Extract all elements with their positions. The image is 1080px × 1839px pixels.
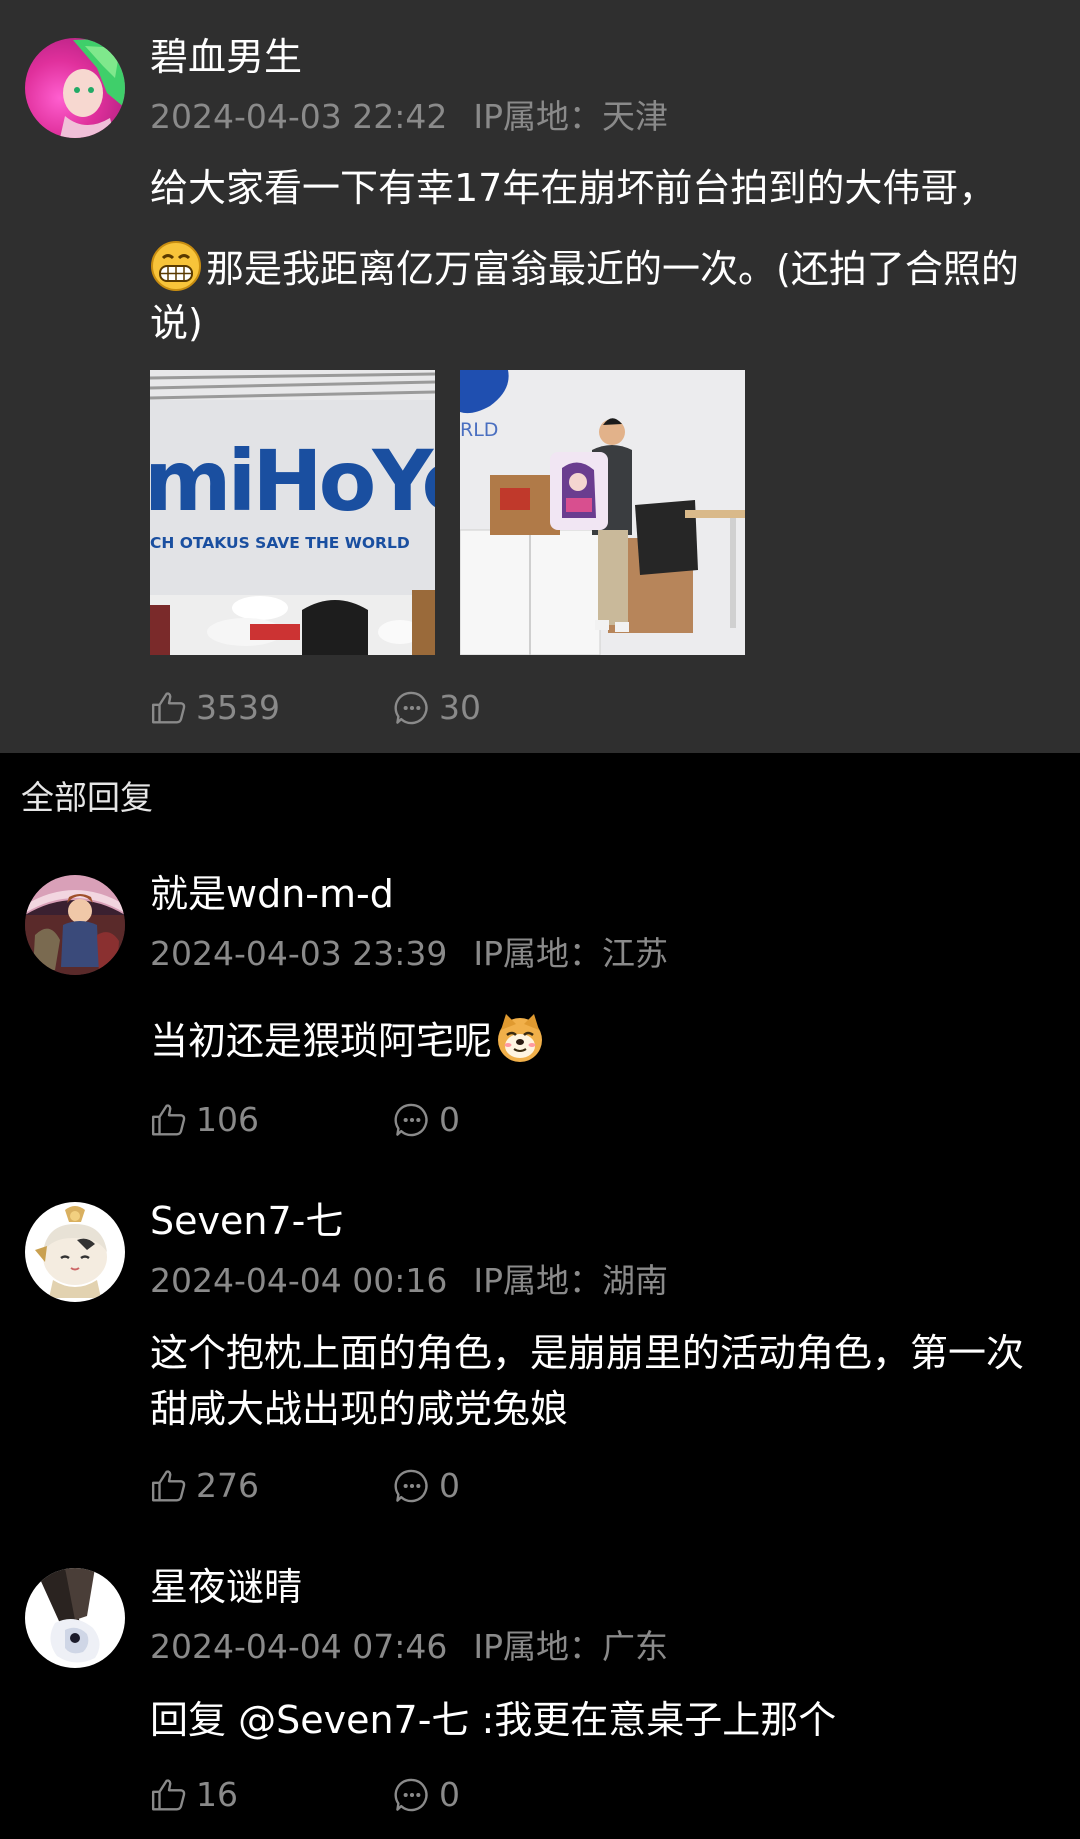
comment-button[interactable]: 0 (393, 1775, 460, 1815)
comment-count: 30 (439, 688, 481, 727)
username[interactable]: 碧血男生 (150, 34, 302, 80)
post-text-line: 给大家看一下有幸17年在崩坏前台拍到的大伟哥， (150, 166, 997, 210)
logo-text: miHoYo (150, 432, 435, 530)
avatar[interactable] (25, 875, 125, 975)
username[interactable]: Seven7-七 (150, 1198, 343, 1244)
comment-count: 0 (439, 1775, 460, 1814)
reply-text-content: 当初还是猥琐阿宅呢 (150, 1019, 493, 1063)
timestamp: 2024-04-04 00:16 (150, 1261, 448, 1300)
post-text-line2: 那是我距离亿万富翁最近的一次。(还拍了合照的说) (150, 247, 1019, 345)
comment-count: 0 (439, 1466, 460, 1505)
post-meta: 2024-04-03 22:42 IP属地：天津 (150, 97, 668, 137)
post-image-2[interactable]: RLD (460, 370, 745, 655)
like-count: 16 (196, 1775, 238, 1814)
like-count: 3539 (196, 688, 280, 727)
like-count: 276 (196, 1466, 259, 1505)
post-text: 给大家看一下有幸17年在崩坏前台拍到的大伟哥， 那是我距离亿万富翁最近的一次。(… (150, 158, 1030, 350)
all-replies-title: 全部回复 (21, 778, 153, 817)
thumbs-up-icon (150, 689, 188, 727)
main-post: 碧血男生 2024-04-03 22:42 IP属地：天津 给大家看一下有幸17年… (0, 0, 1080, 753)
timestamp: 2024-04-04 07:46 (150, 1627, 448, 1666)
comment-icon (393, 689, 431, 727)
ip-location: IP属地：湖南 (473, 1261, 669, 1300)
doge-emoji-icon (494, 1012, 546, 1064)
username[interactable]: 就是wdn-m-d (150, 871, 394, 917)
like-button[interactable]: 3539 (150, 688, 280, 728)
avatar[interactable] (25, 1202, 125, 1302)
username[interactable]: 星夜谜晴 (150, 1564, 302, 1610)
slogan-text: CH OTAKUS SAVE THE WORLD (150, 534, 410, 552)
post-image-1[interactable]: miHoYo CH OTAKUS SAVE THE WORLD (150, 370, 435, 655)
like-button[interactable]: 106 (150, 1100, 259, 1140)
post-text-line: 那是我距离亿万富翁最近的一次。(还拍了合照的说) (150, 240, 1030, 350)
reply-text: 这个抱枕上面的角色，是崩崩里的活动角色，第一次甜咸大战出现的咸党兔娘 (150, 1331, 1025, 1431)
comment-icon (393, 1776, 431, 1814)
reply-meta: 2024-04-03 23:39 IP属地：江苏 (150, 934, 668, 974)
avatar[interactable] (25, 38, 125, 138)
reply-meta: 2024-04-04 00:16 IP属地：湖南 (150, 1261, 668, 1301)
grin-emoji-icon (150, 240, 202, 292)
comment-count: 0 (439, 1100, 460, 1139)
wall-text: RLD (460, 419, 498, 441)
thumbs-up-icon (150, 1776, 188, 1814)
ip-location: IP属地：广东 (473, 1627, 669, 1666)
reply-text: 回复 @Seven7-七 :我更在意桌子上那个 (150, 1698, 837, 1742)
timestamp: 2024-04-03 23:39 (150, 934, 448, 973)
timestamp: 2024-04-03 22:42 (150, 97, 448, 136)
like-button[interactable]: 16 (150, 1775, 238, 1815)
like-count: 106 (196, 1100, 259, 1139)
like-button[interactable]: 276 (150, 1466, 259, 1506)
comment-button[interactable]: 30 (393, 688, 481, 728)
ip-location: IP属地：天津 (473, 97, 669, 136)
comment-button[interactable]: 0 (393, 1100, 460, 1140)
avatar[interactable] (25, 1568, 125, 1668)
comment-icon (393, 1101, 431, 1139)
ip-location: IP属地：江苏 (473, 934, 669, 973)
thumbs-up-icon (150, 1467, 188, 1505)
comment-button[interactable]: 0 (393, 1466, 460, 1506)
reply-text: 当初还是猥琐阿宅呢 (150, 1012, 1030, 1069)
thumbs-up-icon (150, 1101, 188, 1139)
reply-meta: 2024-04-04 07:46 IP属地：广东 (150, 1627, 668, 1667)
comment-icon (393, 1467, 431, 1505)
